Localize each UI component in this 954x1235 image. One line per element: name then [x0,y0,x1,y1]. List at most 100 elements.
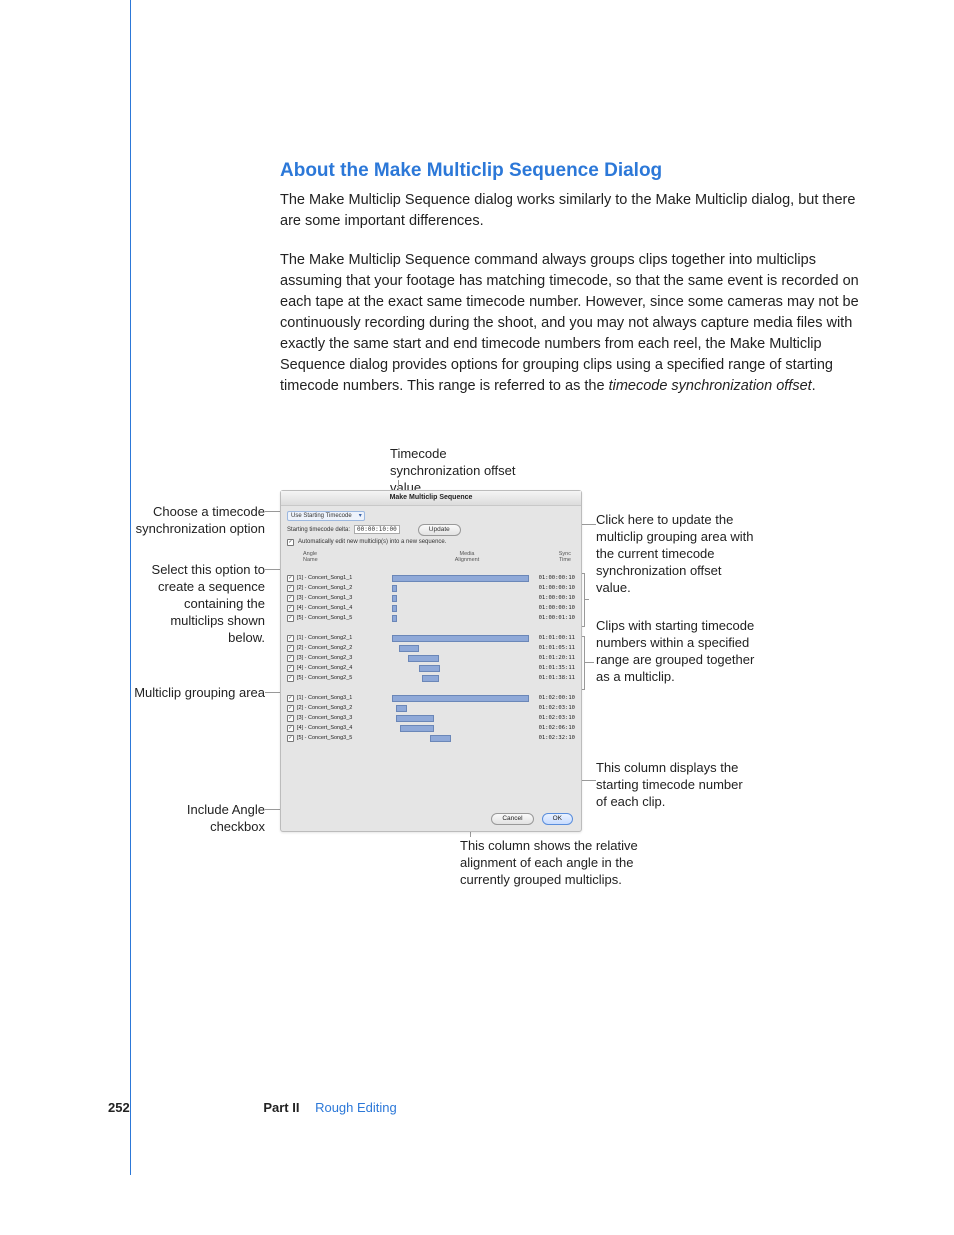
alignment-bar [399,645,420,652]
body-paragraph-1: The Make Multiclip Sequence dialog works… [280,190,860,232]
clip-name: [2] - Concert_Song1_2 [297,585,392,591]
clip-row: ✓[3] - Concert_Song1_3 01:00:00:10 [287,593,575,603]
callout-sync-option: Choose a timecode synchronization option [130,504,265,538]
sync-timecode: 01:01:20:11 [529,655,575,661]
page-footer: 252 Part II Rough Editing [108,1100,397,1115]
callout-group-bracket: Clips with starting timecode numbers wit… [596,618,756,686]
include-angle-checkbox[interactable]: ✓ [287,695,294,702]
alignment-bar [396,705,407,712]
figure: Timecode synchronization offset value Ch… [130,440,870,900]
include-angle-checkbox[interactable]: ✓ [287,735,294,742]
alignment-bar [422,675,438,682]
alignment-bar [392,635,529,642]
clip-row: ✓[3] - Concert_Song2_3 01:01:20:11 [287,653,575,663]
alignment-bar [392,585,397,592]
callout-angle-checkbox: Include Angle checkbox [130,802,265,836]
clip-name: [3] - Concert_Song1_3 [297,595,392,601]
auto-edit-label: Automatically edit new multiclip(s) into… [298,539,446,545]
sync-method-select[interactable]: Use Starting Timecode [287,511,365,521]
clip-name: [1] - Concert_Song1_1 [297,575,392,581]
clip-name: [1] - Concert_Song3_1 [297,695,392,701]
clip-row: ✓[1] - Concert_Song2_1 01:01:00:11 [287,633,575,643]
include-angle-checkbox[interactable]: ✓ [287,705,294,712]
column-headers: AngleName MediaAlignment SyncTime [287,551,575,571]
callout-update: Click here to update the multiclip group… [596,512,756,596]
dialog-title: Make Multiclip Sequence [281,491,581,506]
include-angle-checkbox[interactable]: ✓ [287,715,294,722]
include-angle-checkbox[interactable]: ✓ [287,585,294,592]
alignment-bar [392,615,397,622]
include-angle-checkbox[interactable]: ✓ [287,615,294,622]
alignment-bar [408,655,438,662]
callout-align-col: This column shows the relative alignment… [460,838,650,889]
clip-row: ✓[2] - Concert_Song3_2 01:02:03:10 [287,703,575,713]
include-angle-checkbox[interactable]: ✓ [287,635,294,642]
sync-timecode: 01:01:35:11 [529,665,575,671]
sync-timecode: 01:02:00:10 [529,695,575,701]
include-angle-checkbox[interactable]: ✓ [287,655,294,662]
alignment-bar [430,735,451,742]
alignment-bar [396,715,434,722]
sync-timecode: 01:00:00:10 [529,575,575,581]
clip-row: ✓[4] - Concert_Song2_401:01:35:11 [287,663,575,673]
part-label: Part II [263,1100,299,1115]
sync-timecode: 01:00:00:10 [529,605,575,611]
alignment-bar [400,725,434,732]
include-angle-checkbox[interactable]: ✓ [287,675,294,682]
clip-row: ✓[4] - Concert_Song3_4 01:02:06:10 [287,723,575,733]
make-multiclip-sequence-dialog: Make Multiclip Sequence Use Starting Tim… [280,490,582,832]
clip-row: ✓[5] - Concert_Song1_5 01:00:01:10 [287,613,575,623]
include-angle-checkbox[interactable]: ✓ [287,605,294,612]
clip-row: ✓[2] - Concert_Song1_2 01:00:00:10 [287,583,575,593]
clip-row: ✓[1] - Concert_Song3_1 01:02:00:10 [287,693,575,703]
include-angle-checkbox[interactable]: ✓ [287,725,294,732]
clip-row: ✓[3] - Concert_Song3_3 01:02:03:10 [287,713,575,723]
clip-groups: ✓[1] - Concert_Song1_101:00:00:10✓[2] - … [287,573,575,805]
sync-timecode: 01:01:00:11 [529,635,575,641]
clip-row: ✓[4] - Concert_Song1_4 01:00:00:10 [287,603,575,613]
clip-row: ✓[5] - Concert_Song3_5 01:02:32:10 [287,733,575,743]
include-angle-checkbox[interactable]: ✓ [287,645,294,652]
sync-timecode: 01:00:01:10 [529,615,575,621]
clip-row: ✓[1] - Concert_Song1_1 01:00:00:10 [287,573,575,583]
ok-button[interactable]: OK [542,813,573,825]
clip-name: [4] - Concert_Song1_4 [297,605,392,611]
delta-label: Starting timecode delta: [287,527,350,533]
include-angle-checkbox[interactable]: ✓ [287,665,294,672]
alignment-bar [392,695,529,702]
update-button[interactable]: Update [418,524,461,536]
include-angle-checkbox[interactable]: ✓ [287,575,294,582]
sync-timecode: 01:02:06:10 [529,725,575,731]
sync-timecode: 01:00:00:10 [529,585,575,591]
sync-timecode: 01:02:03:10 [529,715,575,721]
section-heading: About the Make Multiclip Sequence Dialog [280,160,860,182]
include-angle-checkbox[interactable]: ✓ [287,595,294,602]
clip-name: [3] - Concert_Song2_3 [297,655,392,661]
clip-name: [5] - Concert_Song1_5 [297,615,392,621]
delta-timecode-input[interactable]: 00:00:10:00 [354,525,400,534]
clip-name: [2] - Concert_Song3_2 [297,705,392,711]
alignment-bar [419,665,440,672]
page-number: 252 [108,1100,130,1115]
sync-timecode: 01:00:00:10 [529,595,575,601]
clip-name: [5] - Concert_Song3_5 [297,735,392,741]
callout-grouping-area: Multiclip grouping area [130,685,265,702]
clip-row: ✓[2] - Concert_Song2_2 01:01:05:11 [287,643,575,653]
sync-timecode: 01:01:05:11 [529,645,575,651]
alignment-bar [392,605,397,612]
section-label: Rough Editing [315,1100,397,1115]
clip-row: ✓[5] - Concert_Song2_5 01:01:38:11 [287,673,575,683]
alignment-bar [392,595,397,602]
clip-name: [1] - Concert_Song2_1 [297,635,392,641]
cancel-button[interactable]: Cancel [491,813,533,825]
sync-timecode: 01:02:03:10 [529,705,575,711]
clip-name: [3] - Concert_Song3_3 [297,715,392,721]
clip-name: [2] - Concert_Song2_2 [297,645,392,651]
sync-timecode: 01:01:38:11 [529,675,575,681]
clip-name: [5] - Concert_Song2_5 [297,675,392,681]
alignment-bar [392,575,529,582]
sync-timecode: 01:02:32:10 [529,735,575,741]
body-paragraph-2: The Make Multiclip Sequence command alwa… [280,250,860,397]
auto-edit-checkbox[interactable]: ✓ [287,539,294,546]
clip-name: [4] - Concert_Song3_4 [297,725,392,731]
